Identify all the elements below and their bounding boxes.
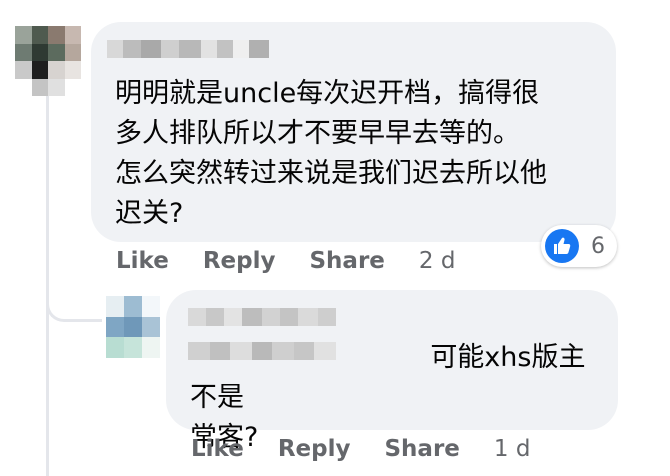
reply-bubble: 可能xhs版主不是 常客? xyxy=(166,290,618,453)
comment-timestamp[interactable]: 1 d xyxy=(494,436,531,462)
avatar[interactable] xyxy=(15,26,81,96)
like-button[interactable]: Like xyxy=(116,248,169,274)
like-button[interactable]: Like xyxy=(191,436,244,462)
comment-text: 明明就是uncle每次迟开档，搞得很 多人排队所以才不要早早去等的。 怎么突然转… xyxy=(115,78,547,229)
reaction-count: 6 xyxy=(591,233,605,259)
comment-bubble: 明明就是uncle每次迟开档，搞得很 多人排队所以才不要早早去等的。 怎么突然转… xyxy=(91,22,616,242)
reply-actions: Like Reply Share 1 d xyxy=(191,436,530,462)
reply-button[interactable]: Reply xyxy=(278,436,351,462)
reaction-summary[interactable]: 6 xyxy=(541,225,617,267)
thumbs-up-icon xyxy=(545,229,579,263)
comment-actions: Like Reply Share 2 d xyxy=(116,248,455,274)
share-button[interactable]: Share xyxy=(384,436,459,462)
comment-timestamp[interactable]: 2 d xyxy=(419,248,456,274)
share-button[interactable]: Share xyxy=(309,248,384,274)
commenter-name-redacted[interactable] xyxy=(107,40,269,58)
commenter-name-redacted[interactable] xyxy=(188,308,368,326)
reply-connector xyxy=(46,286,102,322)
reply-button[interactable]: Reply xyxy=(203,248,276,274)
avatar[interactable] xyxy=(106,296,160,358)
